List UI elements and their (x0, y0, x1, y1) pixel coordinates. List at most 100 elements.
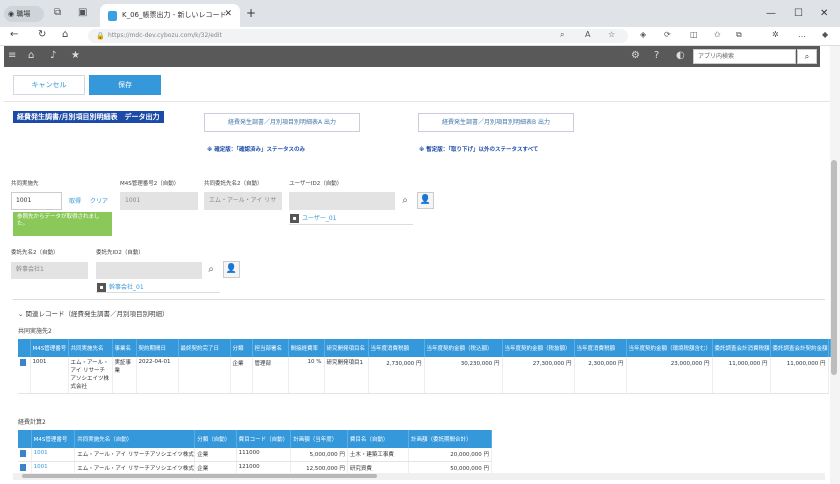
save-button[interactable]: 保存 (89, 75, 161, 95)
user-icon: ▪ (97, 283, 106, 292)
document-icon[interactable] (20, 450, 26, 457)
output-a-button[interactable]: 経費発生調書／月別項目別明細表A 出力 (204, 113, 360, 132)
record-form: キャンセル 保存 経費発生調書/月別項目別明細表 データ出力 経費発生調書／月別… (4, 67, 831, 484)
app-search-input[interactable]: アプリ内検索 (693, 49, 796, 64)
table-cell: 5,000,000 円 (290, 448, 348, 462)
selected-user[interactable]: ▪ ユーザー_01 (290, 213, 337, 223)
lock-icon: 🔒 (96, 32, 105, 40)
zoom-icon[interactable]: ⌕ (560, 30, 564, 40)
divider (13, 299, 825, 300)
user-icon: ▪ (290, 214, 299, 223)
browser-tab-bar: ◉ 職場 ⧉ ▣ K_06_帳票出力 - 新しいレコード ✕ + — ☐ ✕ (0, 0, 840, 27)
column-header-blank (18, 430, 32, 448)
app-toolbar: ≡ ⌂ ♪ ★ ⚙ ? ◐ アプリ内検索 ⌕ (4, 46, 820, 67)
output-b-note: ※ 暫定版：「取り下げ」以外のステータスすべて (419, 147, 539, 153)
notification-bell-icon[interactable]: ♪ (50, 50, 56, 61)
itaku-field: 幹事会社1 (11, 262, 88, 279)
table-cell[interactable]: 1001 (31, 448, 76, 462)
column-header: 当年度消費税額 (368, 339, 425, 357)
cancel-button[interactable]: キャンセル (13, 75, 85, 95)
document-icon[interactable] (20, 464, 26, 471)
form-title: 経費発生調書/月別項目別明細表 データ出力 (13, 111, 164, 123)
close-tab-icon[interactable]: ✕ (224, 9, 232, 19)
table-cell: 1001 (30, 357, 69, 394)
search-icon[interactable]: ⌕ (203, 262, 219, 278)
read-aloud-icon[interactable]: A (585, 30, 590, 39)
itaku-id-label: 委託先ID2（自動） (96, 250, 144, 256)
related-records-header[interactable]: ⌄ 関連レコード（経費発生調書／月別項目別明細） (18, 308, 169, 318)
column-header: 費目コード（自動） (236, 430, 292, 448)
split-screen-icon[interactable]: ◫ (690, 30, 698, 39)
divider (4, 101, 830, 102)
column-header: M4S管理番号 (31, 430, 76, 448)
user-select-icon[interactable]: 👤 (417, 192, 434, 209)
table-cell (178, 357, 231, 394)
table-cell: 23,000,000 円 (626, 357, 713, 394)
record-detail-icon[interactable] (18, 448, 32, 462)
fetch-success-message: 参照先からデータが取得されました。 (13, 212, 112, 236)
column-header: 費目名（自動） (347, 430, 410, 448)
url-field[interactable]: 🔒 https://mdc-dev.cybozu.com/k/32/edit (88, 29, 628, 43)
table-cell: 企業 (194, 448, 237, 462)
favorites-star-icon[interactable]: ★ (71, 50, 80, 61)
chevron-down-icon: ⌄ (18, 310, 26, 318)
column-header: M4S管理番号 (30, 339, 69, 357)
selected-itaku-user[interactable]: ▪ 幹事会社_01 (97, 282, 144, 292)
page-scrollbar-thumb[interactable] (831, 160, 837, 375)
table-cell: 研究開発項目1 (324, 357, 369, 394)
reload-icon[interactable]: ↻ (38, 29, 46, 40)
output-a-note: ※ 確定版：「確認済み」ステータスのみ (207, 147, 306, 153)
kyodo-name-field: エム・アール・アイ リサ (204, 192, 282, 210)
favorites-icon[interactable]: ✩ (714, 30, 721, 39)
help-icon[interactable]: ? (654, 50, 659, 61)
workspaces-icon[interactable]: ⧉ (54, 7, 61, 18)
browser-tab-active[interactable]: K_06_帳票出力 - 新しいレコード ✕ (100, 4, 240, 27)
extensions-icon[interactable]: ✲ (772, 30, 779, 39)
get-link[interactable]: 取得 (69, 196, 81, 205)
itaku-user-name: 幹事会社_01 (109, 284, 144, 291)
table-cell: 11,000,000 円 (770, 357, 829, 394)
favorite-star-icon[interactable]: ☆ (608, 30, 615, 39)
related-table-kyodo: M4S管理番号 共同実施先名 事業名 契約期間日 最終契約完了日 分類 担当部署名 間接経費率… (18, 339, 831, 394)
profile-button[interactable]: ◉ 職場 (4, 6, 44, 22)
tab-actions-icon[interactable]: ▣ (78, 7, 87, 18)
record-detail-icon[interactable] (18, 357, 31, 394)
table-cell: 10 % (288, 357, 325, 394)
extension-icon[interactable]: ◈ (640, 30, 646, 39)
minimize-icon[interactable]: — (766, 8, 776, 19)
new-tab-icon[interactable]: + (246, 6, 256, 20)
table-cell: 実証事業 (112, 357, 137, 394)
maximize-icon[interactable]: ☐ (794, 8, 803, 19)
table-cell: エム・アール・アイ リサーチアソシエイツ株式会社 (68, 357, 113, 394)
itaku-id-field (96, 262, 202, 279)
table-cell: 11,000,000 円 (712, 357, 771, 394)
profile-label: 職場 (16, 10, 31, 18)
table-scroll-thumb[interactable] (22, 474, 377, 478)
document-icon[interactable] (20, 359, 26, 366)
back-icon[interactable]: ← (10, 29, 18, 40)
table-cell: 2022-04-01 (136, 357, 179, 394)
user-select-icon[interactable]: 👤 (223, 261, 240, 278)
column-header: 間接経費率 (288, 339, 325, 357)
hamburger-menu-icon[interactable]: ≡ (8, 50, 16, 61)
kyodo-label: 共同実施先 (11, 181, 39, 187)
refresh-ext-icon[interactable]: ⟳ (664, 30, 671, 39)
column-header: 共同実施先名（自動） (74, 430, 196, 448)
settings-gear-icon[interactable]: ⚙ (631, 50, 640, 61)
collections-icon[interactable]: ⧉ (736, 30, 742, 40)
user-menu-icon[interactable]: ◐ (676, 50, 685, 61)
close-window-icon[interactable]: ✕ (820, 8, 828, 19)
home-icon[interactable]: ⌂ (28, 50, 34, 61)
column-header: 担当部署名 (252, 339, 289, 357)
column-header: 共同実施先名 (68, 339, 113, 357)
output-b-button[interactable]: 経費発生調書／月別項目別明細表B 出力 (418, 113, 574, 132)
kyodo-input[interactable]: 1001 (11, 192, 62, 210)
menu-dots-icon[interactable]: … (798, 30, 806, 39)
column-header: 委託調査会計消費税額 (712, 339, 771, 357)
avatar: ◉ (8, 10, 15, 18)
search-icon[interactable]: ⌕ (397, 193, 413, 209)
home-icon[interactable]: ⌂ (62, 29, 68, 40)
clear-link[interactable]: クリア (90, 196, 108, 205)
copilot-icon[interactable]: ◆ (822, 30, 828, 39)
app-search-button[interactable]: ⌕ (797, 49, 817, 64)
